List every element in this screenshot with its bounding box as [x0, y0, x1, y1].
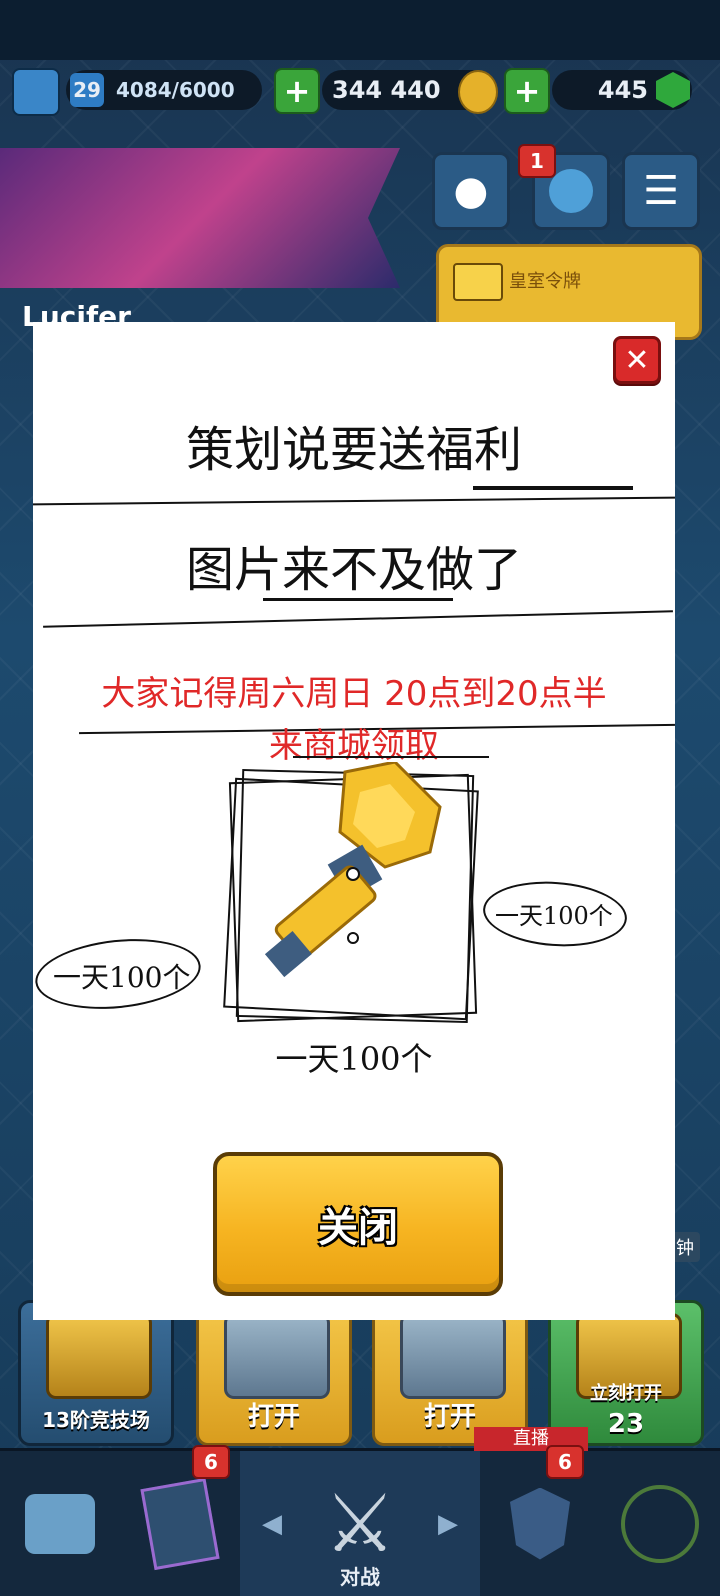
notice-line-2: 来商城领取: [269, 726, 439, 766]
nav-battle[interactable]: ⚔ 对战 ◀ ▶: [240, 1451, 480, 1596]
friends-button[interactable]: ●: [432, 152, 510, 230]
golden-key-icon: [265, 762, 442, 978]
menu-button[interactable]: ☰: [622, 152, 700, 230]
nav-shop[interactable]: [0, 1451, 120, 1596]
level-number: 29: [70, 73, 104, 107]
arrow-left-icon[interactable]: ◀: [262, 1509, 282, 1539]
notice-line-1: 大家记得周六周日 20点到20点半: [101, 674, 607, 714]
chest-arena-label: 13阶竞技场: [42, 1408, 150, 1432]
popup-subtitle: 图片来不及做了: [185, 542, 522, 598]
globe-icon: [549, 169, 593, 213]
battle-label: 对战: [340, 1565, 380, 1589]
level-badge[interactable]: [12, 68, 60, 116]
hamburger-icon: ☰: [643, 168, 679, 214]
gem-value: 445: [597, 76, 648, 104]
event-popup: ✕ 策划说要送福利 图片来不及做了 大家记得周六周日 20点到20点半 来商城领…: [31, 322, 675, 1320]
gem-icon: [656, 72, 690, 108]
bottom-nav: 6 ⚔ 对战 ◀ ▶ 直播 6: [0, 1427, 720, 1596]
pass-label: 皇室令牌: [509, 271, 581, 292]
crossed-swords-icon: ⚔: [324, 1477, 396, 1570]
add-gold-button[interactable]: +: [274, 68, 320, 114]
cards-icon: [140, 1477, 220, 1570]
crown-icon: [453, 263, 503, 301]
chest-icon: [46, 1313, 152, 1399]
gold-coin-icon: [458, 70, 498, 114]
chest-icon: [400, 1313, 506, 1399]
chest-slot-3[interactable]: 打开: [372, 1300, 528, 1446]
scribble-mark: [473, 486, 633, 490]
gem-counter: 445: [552, 70, 692, 110]
cards-badge: 6: [192, 1445, 230, 1479]
arrow-right-icon[interactable]: ▶: [438, 1509, 458, 1539]
xp-value: 4084/6000: [116, 78, 235, 102]
chest-slot-1[interactable]: 13阶竞技场: [18, 1300, 174, 1446]
divider-line: [33, 496, 675, 506]
open-now-text: 立刻打开: [590, 1383, 662, 1404]
shop-icon: [25, 1493, 95, 1554]
chest-icon: [224, 1313, 330, 1399]
left-note: 一天100个: [53, 961, 191, 994]
gold-counter: 344 440: [322, 70, 498, 114]
nav-events[interactable]: [600, 1451, 720, 1596]
close-button-label: 关闭: [318, 1205, 398, 1251]
notification-badge: 1: [518, 144, 556, 178]
status-area: [0, 0, 720, 60]
add-gems-button[interactable]: +: [504, 68, 550, 114]
friends-icon: ●: [453, 168, 489, 214]
close-icon[interactable]: ✕: [613, 336, 661, 384]
profile-banner[interactable]: [0, 148, 400, 288]
scribble-mark: [263, 598, 453, 601]
reward-caption: 一天100个: [275, 1040, 433, 1078]
clan-badge: 6: [546, 1445, 584, 1479]
gold-value: 344 440: [332, 76, 441, 104]
xp-bar: 29 4084/6000: [66, 70, 262, 110]
close-button[interactable]: 关闭: [213, 1152, 503, 1296]
open-chest-label: 打开: [247, 1402, 300, 1432]
open-now-label: 立刻打开: [551, 1379, 701, 1405]
divider-line: [43, 610, 673, 628]
underline: [293, 756, 489, 758]
chest-slot-2[interactable]: 打开: [196, 1300, 352, 1446]
laurel-sword-icon: [621, 1484, 699, 1563]
popup-title: 策划说要送福利: [185, 422, 522, 478]
clan-shield-icon: [510, 1487, 570, 1560]
chest-slot-4[interactable]: 立刻打开 23: [548, 1300, 704, 1446]
right-note: 一天100个: [495, 902, 613, 930]
